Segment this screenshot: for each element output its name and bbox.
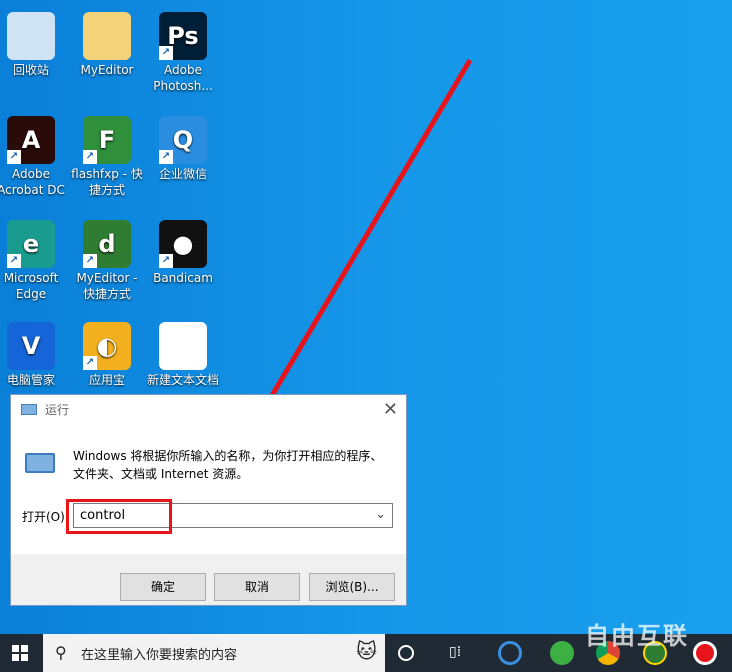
run-large-icon	[25, 453, 55, 473]
run-icon	[21, 403, 37, 415]
search-placeholder: 在这里输入你要搜索的内容	[81, 647, 238, 663]
cancel-button[interactable]: 取消	[214, 573, 300, 601]
dialog-title: 运行	[45, 402, 70, 417]
cat-decoration-icon: 🐱	[356, 639, 377, 663]
description: Windows 将根据你所输入的名称，为你打开相应的程序、文件夹、文档或 Int…	[73, 449, 383, 481]
highlight-box	[66, 499, 172, 534]
close-button[interactable]: ✕	[383, 399, 398, 420]
title-bar: 运行	[11, 395, 406, 423]
open-label: 打开(O):	[22, 510, 69, 524]
task-view-icon[interactable]: ▯⁞	[449, 644, 461, 660]
cortana-icon[interactable]	[398, 645, 414, 661]
search-box[interactable]: ⚲ 在这里输入你要搜索的内容 🐱	[43, 634, 385, 672]
ok-button[interactable]: 确定	[120, 573, 206, 601]
wecom-icon[interactable]	[498, 641, 522, 665]
browse-button[interactable]: 浏览(B)...	[309, 573, 395, 601]
watermark: 自由互联	[585, 622, 689, 650]
chevron-down-icon[interactable]: ⌄	[375, 507, 386, 522]
search-icon: ⚲	[55, 643, 67, 662]
wechat-icon[interactable]	[550, 641, 574, 665]
windows-start-icon[interactable]	[12, 645, 28, 661]
bandicam-icon[interactable]	[693, 641, 717, 665]
taskbar: ⚲ 在这里输入你要搜索的内容 🐱 ▯⁞ 自由互联	[0, 622, 732, 672]
run-dialog: 运行 ✕ Windows 将根据你所输入的名称，为你打开相应的程序、文件夹、文档…	[10, 394, 407, 606]
